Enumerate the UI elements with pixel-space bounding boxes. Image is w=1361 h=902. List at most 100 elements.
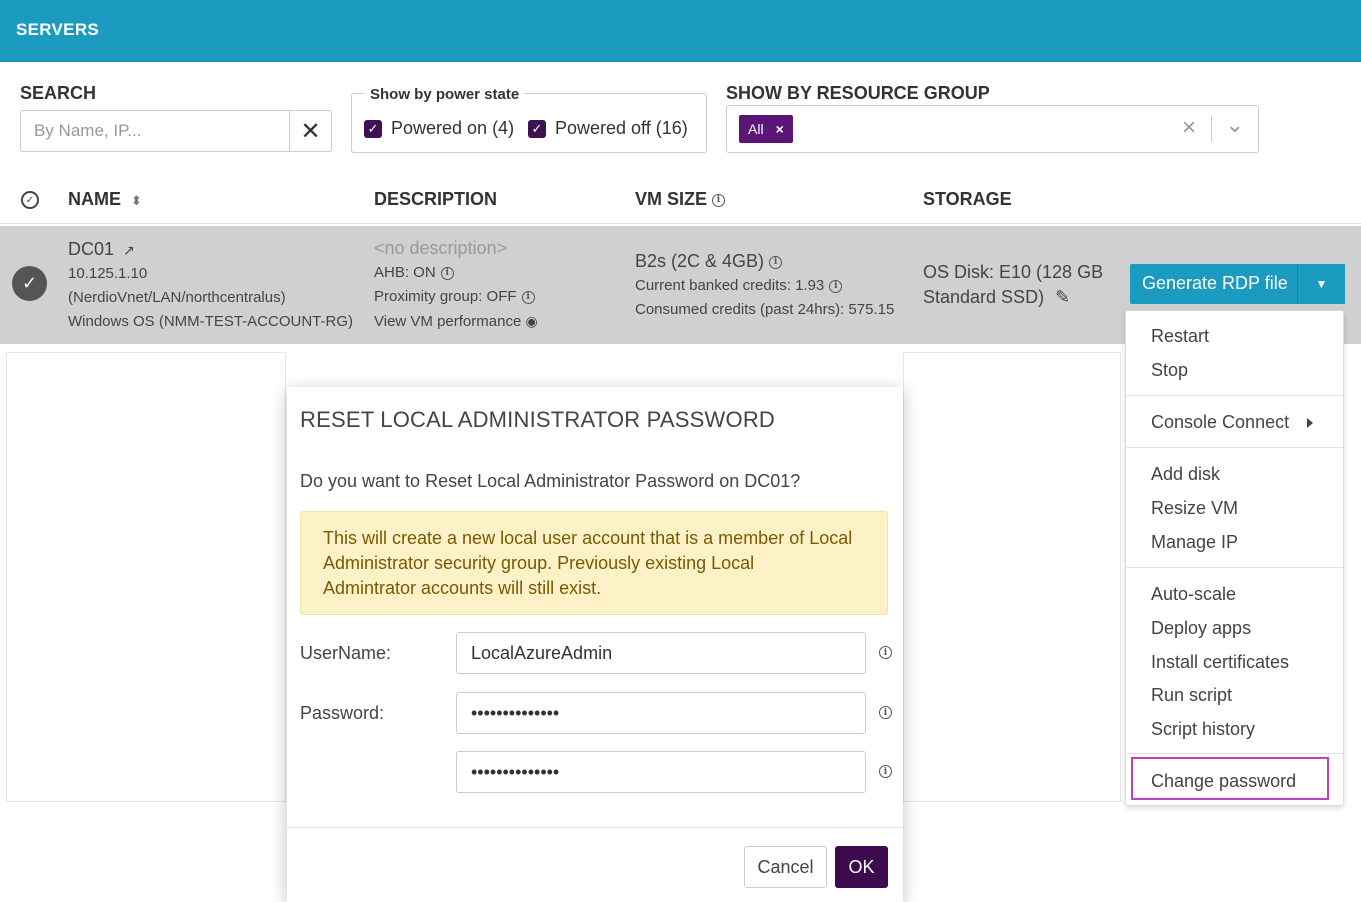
eye-icon: ◉ [525,313,538,329]
page-title: SERVERS [16,20,100,39]
row-selected-icon[interactable]: ✓ [12,266,47,301]
ahb-status: AHB: ON i [374,264,454,281]
reset-password-dialog: RESET LOCAL ADMINISTRATOR PASSWORD Do yo… [287,387,903,902]
dialog-footer-divider [287,827,903,828]
performance-label: View VM performance [374,313,522,330]
caret-right-icon [1307,418,1314,429]
server-name-cell[interactable]: DC01 ↗ [68,239,135,260]
menu-item-install-certificates[interactable]: Install certificates [1151,652,1289,673]
close-icon: ✕ [300,117,321,145]
dialog-title: RESET LOCAL ADMINISTRATOR PASSWORD [300,407,775,432]
search-box: ✕ [20,110,332,152]
select-separator [1211,116,1212,142]
vm-size-label: B2s (2C & 4GB) [635,251,765,271]
powered-on-checkbox[interactable]: ✓ Powered on (4) [364,118,514,139]
server-network: (NerdioVnet/LAN/northcentralus) [68,289,286,306]
banked-credits: Current banked credits: 1.93 i [635,277,843,294]
info-icon[interactable]: i [712,193,726,207]
info-icon[interactable]: i [879,706,892,719]
sort-icon: ⬍ [131,193,142,208]
menu-item-auto-scale[interactable]: Auto-scale [1151,584,1236,605]
clear-icon[interactable]: × [1182,114,1196,142]
background-panel-left [6,352,286,802]
info-icon[interactable]: i [829,279,843,293]
info-icon[interactable]: i [879,646,892,659]
generate-rdp-button[interactable]: Generate RDP file ▼ [1130,264,1345,304]
menu-item-change-password[interactable]: Change password [1151,771,1296,792]
proximity-group: Proximity group: OFF i [374,288,535,305]
checkmark-icon: ✓ [528,119,546,138]
menu-divider [1126,395,1343,396]
caret-down-icon: ▼ [1315,277,1328,291]
column-header-name[interactable]: NAME ⬍ [68,189,142,210]
ahb-label: AHB: ON [374,264,436,281]
tag-remove-icon[interactable]: × [776,121,784,137]
menu-item-restart[interactable]: Restart [1151,326,1209,347]
power-state-filter: Show by power state ✓ Powered on (4) ✓ P… [351,86,707,153]
powered-off-label: Powered off (16) [555,118,688,138]
menu-divider [1126,567,1343,568]
menu-divider [1126,753,1343,754]
password-label: Password: [300,703,385,723]
menu-divider [1126,447,1343,448]
warning-alert: This will create a new local user accoun… [300,511,888,615]
search-label: SEARCH [20,83,97,103]
background-panel-right [903,352,1121,802]
resource-group-label: SHOW BY RESOURCE GROUP [726,83,990,103]
checkmark-icon: ✓ [364,119,382,138]
column-header-name-label: NAME [68,189,121,209]
storage-line-1: OS Disk: E10 (128 GB [923,262,1104,282]
table-header: NAME ⬍ DESCRIPTION VM SIZE i STORAGE [0,176,1361,224]
app-header: SERVERS [0,0,1361,62]
server-ip: 10.125.1.10 [68,265,148,282]
resource-group-tag-label: All [748,121,764,137]
resource-group-select[interactable]: All × × ⌄ [726,105,1259,153]
warning-line-2: Administrator security group. Previously… [323,553,755,573]
server-description: <no description> [374,238,508,258]
info-icon[interactable]: i [879,765,892,778]
proximity-label: Proximity group: OFF [374,288,517,305]
powered-on-label: Powered on (4) [391,118,515,138]
powered-off-checkbox[interactable]: ✓ Powered off (16) [528,118,688,139]
ok-button[interactable]: OK [835,846,888,888]
chevron-down-icon[interactable]: ⌄ [1226,112,1244,138]
column-header-vm-size: VM SIZE i [635,189,726,210]
menu-item-stop[interactable]: Stop [1151,360,1188,381]
column-header-description: DESCRIPTION [374,189,498,209]
menu-item-manage-ip[interactable]: Manage IP [1151,532,1238,553]
banked-credits-label: Current banked credits: 1.93 [635,277,825,294]
generate-rdp-label: Generate RDP file [1142,273,1288,293]
info-icon[interactable]: i [440,266,454,280]
search-clear-button[interactable]: ✕ [289,111,331,151]
pencil-icon[interactable]: ✎ [1055,287,1070,307]
storage-line-2-label: Standard SSD) [923,287,1045,307]
view-vm-performance-link[interactable]: View VM performance ◉ [374,313,538,330]
menu-item-run-script[interactable]: Run script [1151,685,1232,706]
menu-item-console-connect[interactable]: Console Connect [1151,412,1314,433]
confirm-password-input[interactable] [456,751,866,793]
console-connect-label: Console Connect [1151,412,1290,432]
dialog-question: Do you want to Reset Local Administrator… [300,471,801,491]
column-header-vm-size-label: VM SIZE [635,189,708,209]
search-input[interactable] [21,111,291,151]
menu-item-resize-vm[interactable]: Resize VM [1151,498,1238,519]
server-actions-menu: Restart Stop Console Connect Add disk Re… [1125,310,1344,806]
vm-size: B2s (2C & 4GB) i [635,251,783,272]
info-icon[interactable]: i [521,290,535,304]
menu-item-deploy-apps[interactable]: Deploy apps [1151,618,1251,639]
warning-line-1: This will create a new local user accoun… [323,528,853,548]
storage-line-2: Standard SSD) ✎ [923,287,1070,308]
menu-item-add-disk[interactable]: Add disk [1151,464,1220,485]
column-header-storage: STORAGE [923,189,1012,209]
power-state-legend: Show by power state [365,86,525,103]
warning-line-3: Admintrator accounts will still exist. [323,578,602,598]
password-input[interactable] [456,692,866,734]
cancel-button[interactable]: Cancel [744,846,827,888]
rdp-dropdown-toggle[interactable]: ▼ [1297,264,1345,304]
username-input[interactable] [456,632,866,674]
resource-group-tag: All × [739,115,793,143]
select-all-icon[interactable]: ✓ [21,191,39,209]
menu-item-script-history[interactable]: Script history [1151,719,1255,740]
info-icon[interactable]: i [769,255,783,269]
external-link-icon[interactable]: ↗ [123,242,135,258]
